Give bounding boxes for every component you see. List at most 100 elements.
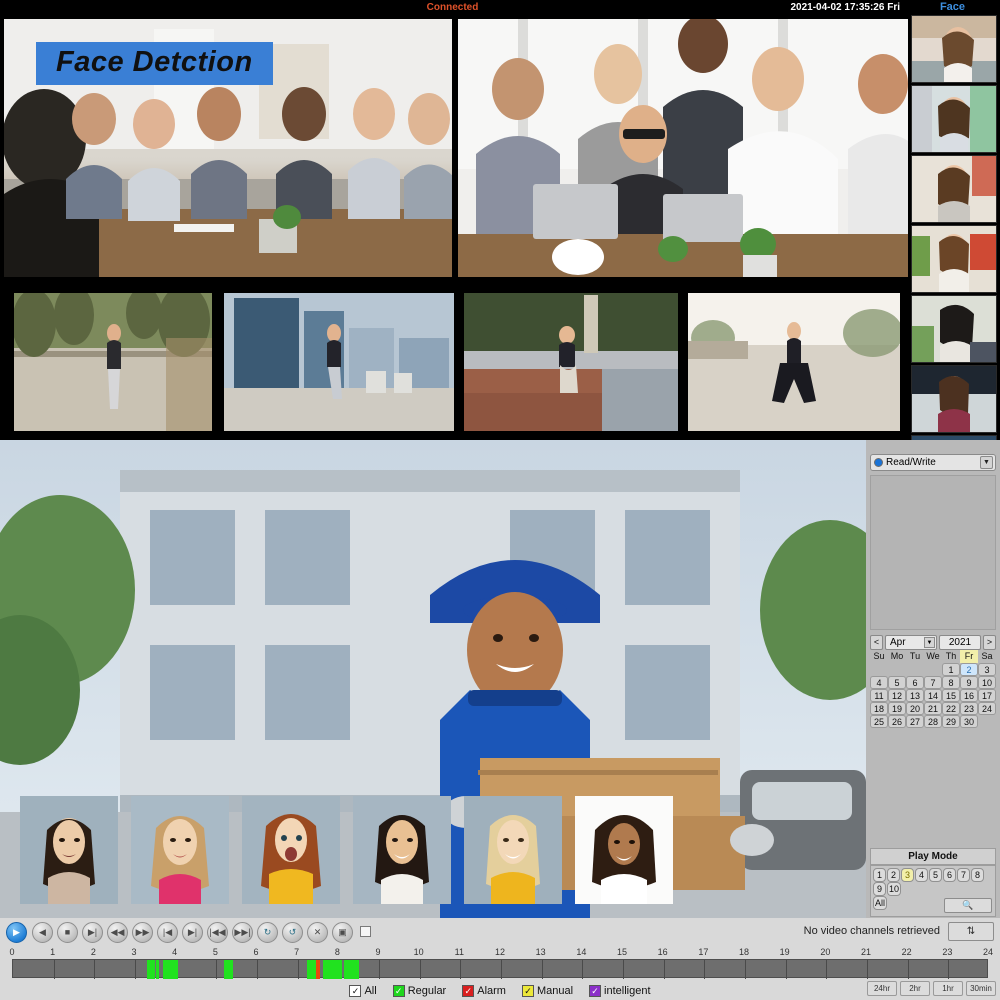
reverse-play-button[interactable]: ◀ bbox=[32, 922, 53, 943]
radio-selected-icon[interactable] bbox=[874, 458, 883, 467]
channel-button-6[interactable]: 6 bbox=[943, 868, 956, 882]
face-capture-3[interactable] bbox=[911, 155, 997, 223]
calendar-day-12[interactable]: 12 bbox=[888, 689, 906, 702]
calendar-day-6[interactable]: 6 bbox=[906, 676, 924, 689]
calendar-day-7[interactable]: 7 bbox=[924, 676, 942, 689]
face-capture-1[interactable] bbox=[911, 15, 997, 83]
filter-alarm[interactable]: ✓ Alarm bbox=[462, 985, 506, 997]
timeline-segment-regular[interactable] bbox=[306, 960, 316, 979]
calendar-day-11[interactable]: 11 bbox=[870, 689, 888, 702]
face-capture-4[interactable] bbox=[911, 225, 997, 293]
detected-face-2[interactable] bbox=[131, 796, 229, 904]
calendar-day-3[interactable]: 3 bbox=[978, 663, 996, 676]
video-tile-channel-4[interactable] bbox=[224, 293, 454, 431]
timeline-segment-regular[interactable] bbox=[344, 960, 360, 979]
filter-regular-checkbox[interactable]: ✓ bbox=[392, 985, 405, 997]
calendar-day-22[interactable]: 22 bbox=[942, 702, 960, 715]
calendar-day-27[interactable]: 27 bbox=[906, 715, 924, 728]
detected-face-3[interactable] bbox=[242, 796, 340, 904]
calendar-day-9[interactable]: 9 bbox=[960, 676, 978, 689]
face-capture-6[interactable] bbox=[911, 365, 997, 433]
timeline-segment-regular[interactable] bbox=[224, 960, 233, 979]
calendar-day-13[interactable]: 13 bbox=[906, 689, 924, 702]
timeline-track[interactable] bbox=[12, 959, 988, 979]
calendar-day-10[interactable]: 10 bbox=[978, 676, 996, 689]
timeline-segment-regular[interactable] bbox=[162, 960, 179, 979]
filter-regular[interactable]: ✓ Regular bbox=[392, 985, 446, 997]
calendar-day-18[interactable]: 18 bbox=[870, 702, 888, 715]
filter-manual[interactable]: ✓ Manual bbox=[521, 985, 573, 997]
loop-button[interactable]: ↺ bbox=[282, 922, 303, 943]
filter-manual-checkbox[interactable]: ✓ bbox=[521, 985, 534, 997]
channel-button-8[interactable]: 8 bbox=[971, 868, 984, 882]
calendar-day-30[interactable]: 30 bbox=[960, 715, 978, 728]
filter-intelligent-checkbox[interactable]: ✓ bbox=[589, 985, 602, 997]
timeline-segment-alarm[interactable] bbox=[315, 960, 321, 979]
channel-button-3[interactable]: 3 bbox=[901, 868, 914, 882]
channel-button-10[interactable]: 10 bbox=[887, 882, 902, 896]
range-1hr-button[interactable]: 1hr bbox=[933, 981, 963, 996]
detected-face-4[interactable] bbox=[353, 796, 451, 904]
video-tile-channel-6[interactable] bbox=[688, 293, 900, 431]
filter-intelligent[interactable]: ✓ intelligent bbox=[589, 985, 651, 997]
filter-all-checkbox[interactable]: ✓ bbox=[349, 985, 362, 997]
calendar-day-21[interactable]: 21 bbox=[924, 702, 942, 715]
calendar-day-2[interactable]: 2 bbox=[960, 663, 978, 676]
range-2hr-button[interactable]: 2hr bbox=[900, 981, 930, 996]
channel-button-2[interactable]: 2 bbox=[887, 868, 900, 882]
channel-button-all[interactable]: All bbox=[873, 896, 888, 910]
search-button[interactable]: 🔍 bbox=[944, 898, 992, 913]
previous-frame-button[interactable]: |◀ bbox=[157, 922, 178, 943]
calendar-day-28[interactable]: 28 bbox=[924, 715, 942, 728]
next-frame-button[interactable]: ▶| bbox=[182, 922, 203, 943]
next-file-button[interactable]: ▶▶| bbox=[232, 922, 253, 943]
range-24hr-button[interactable]: 24hr bbox=[867, 981, 897, 996]
refresh-channels-button[interactable]: ⇅ bbox=[948, 922, 994, 941]
calendar-day-26[interactable]: 26 bbox=[888, 715, 906, 728]
calendar-next-button[interactable]: > bbox=[983, 634, 996, 650]
slow-forward-button[interactable]: ▶| bbox=[82, 922, 103, 943]
channel-button-5[interactable]: 5 bbox=[929, 868, 942, 882]
video-tile-channel-1[interactable]: Face Detction bbox=[4, 19, 452, 277]
calendar-day-16[interactable]: 16 bbox=[960, 689, 978, 702]
sync-playback-button[interactable]: ↻ bbox=[257, 922, 278, 943]
detected-face-5[interactable] bbox=[464, 796, 562, 904]
range-30min-button[interactable]: 30min bbox=[966, 981, 996, 996]
play-button[interactable]: ▶ bbox=[6, 922, 27, 943]
detected-face-6[interactable] bbox=[575, 796, 673, 904]
calendar-day-1[interactable]: 1 bbox=[942, 663, 960, 676]
snapshot-button[interactable]: ▣ bbox=[332, 922, 353, 943]
channel-button-1[interactable]: 1 bbox=[873, 868, 886, 882]
calendar-day-24[interactable]: 24 bbox=[978, 702, 996, 715]
calendar-day-19[interactable]: 19 bbox=[888, 702, 906, 715]
calendar-day-5[interactable]: 5 bbox=[888, 676, 906, 689]
chevron-down-icon[interactable]: ▼ bbox=[924, 636, 935, 648]
calendar-day-8[interactable]: 8 bbox=[942, 676, 960, 689]
playback-video[interactable] bbox=[0, 440, 866, 918]
channel-button-7[interactable]: 7 bbox=[957, 868, 970, 882]
calendar-day-29[interactable]: 29 bbox=[942, 715, 960, 728]
calendar-day-20[interactable]: 20 bbox=[906, 702, 924, 715]
detected-face-1[interactable] bbox=[20, 796, 118, 904]
face-capture-2[interactable] bbox=[911, 85, 997, 153]
calendar-year-value[interactable]: 2021 bbox=[939, 634, 981, 650]
previous-file-button[interactable]: |◀◀ bbox=[207, 922, 228, 943]
filter-all[interactable]: ✓ All bbox=[349, 985, 377, 997]
calendar-day-14[interactable]: 14 bbox=[924, 689, 942, 702]
fast-forward-button[interactable]: ▶▶ bbox=[132, 922, 153, 943]
calendar-day-15[interactable]: 15 bbox=[942, 689, 960, 702]
calendar-day-23[interactable]: 23 bbox=[960, 702, 978, 715]
chevron-down-icon[interactable]: ▼ bbox=[980, 456, 993, 469]
channel-button-9[interactable]: 9 bbox=[873, 882, 886, 896]
channel-button-4[interactable]: 4 bbox=[915, 868, 928, 882]
rewind-button[interactable]: ◀◀ bbox=[107, 922, 128, 943]
video-tile-channel-2[interactable] bbox=[458, 19, 908, 277]
calendar-prev-button[interactable]: < bbox=[870, 634, 883, 650]
close-all-button[interactable]: ✕ bbox=[307, 922, 328, 943]
timeline-segment-regular[interactable] bbox=[156, 960, 160, 979]
video-tile-channel-5[interactable] bbox=[464, 293, 678, 431]
video-tile-channel-3[interactable] bbox=[14, 293, 212, 431]
select-all-checkbox[interactable] bbox=[360, 926, 371, 937]
calendar-day-25[interactable]: 25 bbox=[870, 715, 888, 728]
access-mode-selector[interactable]: Read/Write ▼ bbox=[870, 454, 996, 471]
